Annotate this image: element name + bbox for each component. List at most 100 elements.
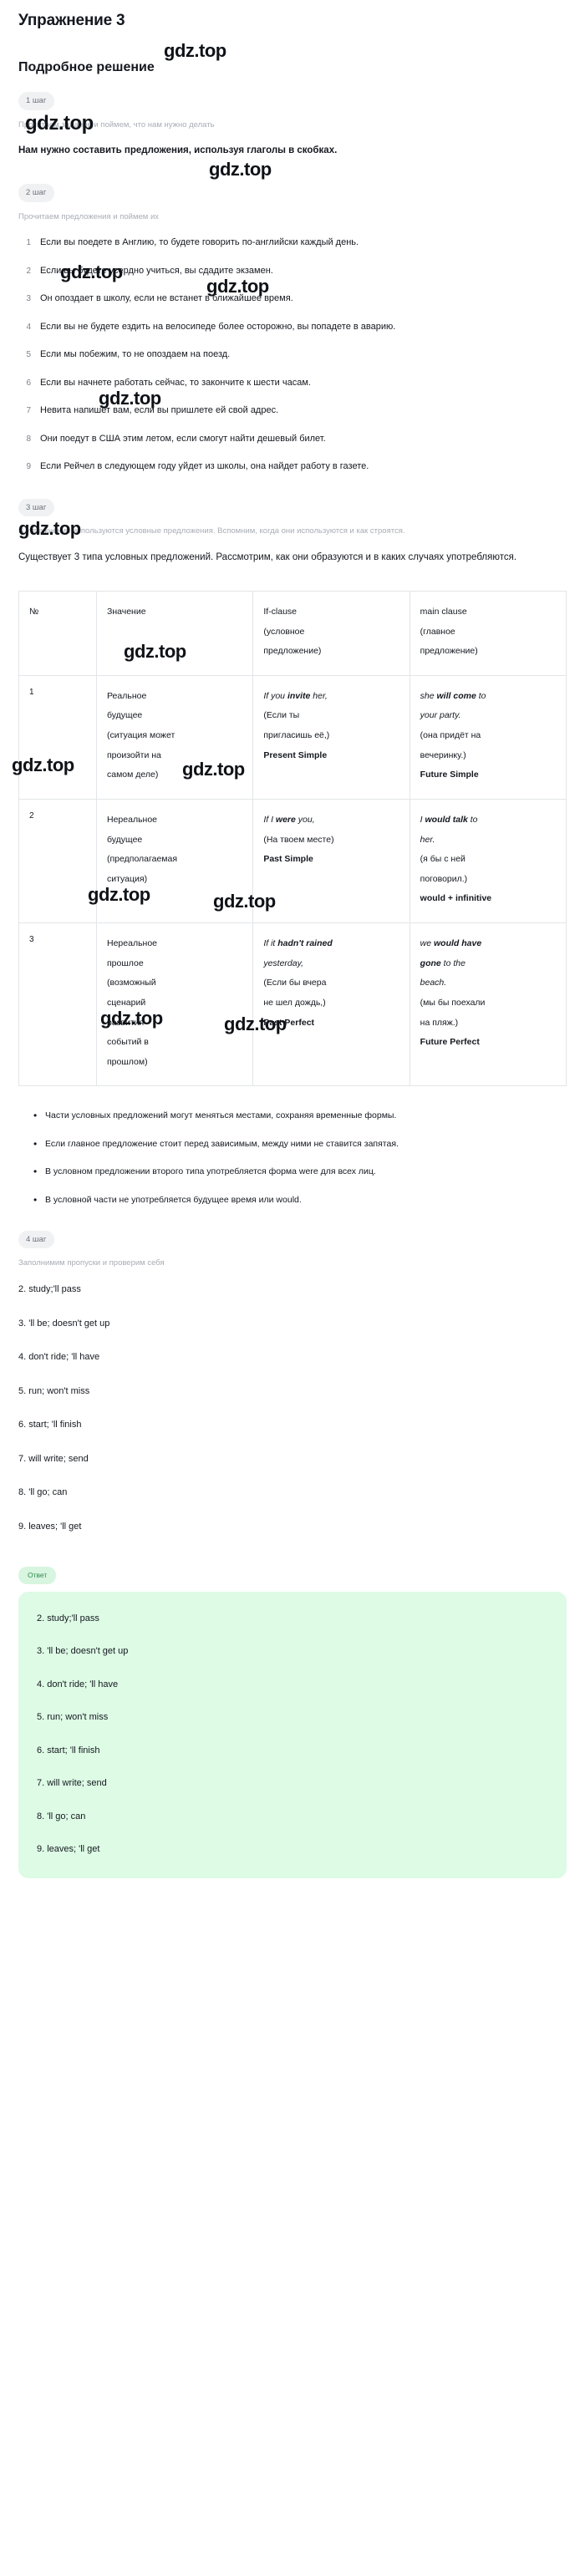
step-4-note: Заполнимим пропуски и проверим себя (18, 1258, 165, 1268)
row-main-clause: I would talk to her. (я бы с ней поговор… (409, 798, 567, 924)
if-en-bold: hadn't rained (277, 938, 333, 949)
main-en-line3: beach. (420, 978, 447, 988)
if-tense: Past Perfect (263, 1017, 315, 1028)
meaning-line: Нереальное (107, 814, 158, 825)
step-2-chip: 2 шаг (18, 184, 55, 202)
solution-page: Упражнение 3 Подробное решение 1 шаг Про… (0, 0, 585, 1878)
if-ru-line: не шел дождь,) (263, 997, 326, 1008)
list-item: 4 Если вы не будете ездить на велосипеде … (18, 320, 567, 334)
main-en-bold: will come (436, 690, 476, 701)
list-item-text: Если мы побежим, то не опоздаем на поезд… (40, 349, 231, 360)
if-tense: Past Simple (263, 854, 313, 865)
if-en-post: you, (295, 814, 315, 825)
answer-row: 4. don't ride; 'll have (37, 1679, 119, 1689)
list-item: 3 Он опоздает в школу, если не встанет в … (18, 292, 567, 306)
step4-answer: 6. start; 'll finish (18, 1420, 82, 1430)
row-meaning: Нереальное будущее (предполагаемая ситуа… (95, 798, 254, 924)
main-en-pre: she (420, 690, 437, 701)
list-item-text: Невита напишет вам, если вы пришлете ей … (40, 405, 279, 416)
list-item-text: Если вы начнете работать сейчас, то зако… (40, 377, 311, 388)
rules-notes-list: Части условных предложений могут менятьс… (18, 1107, 567, 1209)
table-header-if-clause: If-clause (условное предложение) (252, 590, 410, 676)
meaning-line: ситуация) (107, 873, 148, 884)
meaning-line: будущее (107, 834, 143, 845)
main-tense: Future Perfect (420, 1037, 480, 1048)
main-en-post: to (476, 690, 486, 701)
list-item-number: 5 (26, 350, 31, 360)
row-if-clause: If it hadn't rained yesterday, (Если бы … (252, 922, 410, 1087)
list-item: 2 Если вы будете усердно учиться, вы сдад… (18, 264, 567, 278)
step-4-chip: 4 шаг (18, 1230, 55, 1249)
meaning-line: самом деле) (107, 770, 159, 780)
if-ru-line: (Если ты (263, 710, 300, 721)
answer-row: 9. leaves; 'll get (37, 1844, 100, 1855)
if-en-pre: If I (263, 814, 276, 825)
meaning-line: Нереальное (107, 938, 158, 949)
meaning-line: будущее (107, 710, 143, 721)
meaning-line: прошлом) (107, 1056, 148, 1067)
conditionals-table: № Значение If-clause (условное предложен… (18, 590, 567, 1087)
list-item-number: 8 (26, 434, 31, 444)
step-2-note: Прочитаем предложения и поймем их (18, 211, 159, 221)
table-header-row: № Значение If-clause (условное предложен… (18, 590, 567, 676)
step4-answer: 3. 'll be; doesn't get up (18, 1318, 110, 1329)
main-ru-line: вечеринку.) (420, 749, 466, 760)
step4-answer: 5. run; won't miss (18, 1385, 90, 1396)
note-item: В условном предложении второго типа упот… (33, 1163, 567, 1181)
list-item-number: 1 (26, 238, 31, 248)
main-ru-line: (я бы с ней (420, 854, 465, 865)
table-row: 2 Нереальное будущее (предполагаемая сит… (18, 798, 567, 924)
row-index: 2 (18, 798, 97, 924)
main-en-bold: would have (434, 938, 482, 949)
header-line: № (29, 606, 39, 617)
list-item: 1 Если вы поедете в Англию, то будете гов… (18, 236, 567, 250)
header-line: предложение) (263, 646, 322, 657)
answer-row: 2. study;'ll pass (37, 1613, 99, 1623)
step4-answer: 2. study;'ll pass (18, 1284, 81, 1295)
main-ru-line: (она придёт на (420, 730, 481, 741)
solution-heading: Подробное решение (18, 60, 155, 74)
list-item: 8 Они поедут в США этим летом, если смогу… (18, 432, 567, 446)
step-4-block: 4 шаг Заполнимим пропуски и проверим себ… (18, 1230, 567, 1533)
list-item-number: 2 (26, 266, 31, 276)
list-item-number: 7 (26, 406, 31, 416)
step-1-note: Прочитаем задание и поймем, что нам нужн… (18, 119, 215, 130)
table-row: 3 Нереальное прошлое (возможный сценарий… (18, 922, 567, 1087)
answer-row: 6. start; 'll finish (37, 1745, 100, 1755)
note-item: Части условных предложений могут менятьс… (33, 1107, 567, 1125)
row-if-clause: If I were you, (На твоем месте) Past Sim… (252, 798, 410, 924)
row-index: 1 (18, 674, 97, 800)
step4-answer: 9. leaves; 'll get (18, 1521, 82, 1532)
if-ru-line: пригласишь её,) (263, 730, 330, 741)
if-ru-line: (Если бы вчера (263, 978, 327, 988)
answer-row: 7. will write; send (37, 1778, 107, 1789)
list-item-number: 6 (26, 378, 31, 388)
list-item-text: Если вы поедете в Англию, то будете гово… (40, 237, 359, 248)
main-tense: Future Simple (420, 770, 479, 780)
step-3-block: 3 шаг В упражнении используются условные… (18, 498, 567, 1209)
row-main-clause: she will come to your party. (она придёт… (409, 674, 567, 800)
main-tense: would + infinitive (420, 893, 492, 904)
main-en-line2: her. (420, 834, 435, 845)
meaning-line: событий в (107, 1037, 149, 1048)
list-item: 7 Невита напишет вам, если вы пришлете ей… (18, 404, 567, 418)
main-ru-line: (мы бы поехали (420, 997, 486, 1008)
meaning-line: (ситуация может (107, 730, 176, 741)
header-line: Значение (107, 606, 146, 617)
step4-answer: 7. will write; send (18, 1453, 89, 1464)
step-2-block: 2 шаг Прочитаем предложения и поймем их … (18, 184, 567, 474)
meaning-line: произойти на (107, 749, 161, 760)
answer-panel: 2. study;'ll pass 3. 'll be; doesn't get… (18, 1591, 567, 1878)
main-en-bold: would talk (425, 814, 468, 825)
if-en-bold: were (275, 814, 296, 825)
step4-answer: 4. don't ride; 'll have (18, 1352, 100, 1363)
step-1-block: 1 шаг Прочитаем задание и поймем, что на… (18, 92, 567, 159)
page-title: Упражнение 3 (18, 12, 125, 29)
list-item: 5 Если мы побежим, то не опоздаем на поез… (18, 348, 567, 362)
table-header-meaning: Значение (95, 590, 254, 676)
table-row: 1 Реальное будущее (ситуация может произ… (18, 674, 567, 800)
if-en-pre: If you (263, 690, 287, 701)
list-item-text: Если Рейчел в следующем году уйдет из шк… (40, 461, 369, 472)
list-item-number: 3 (26, 294, 31, 304)
main-en-post2: to the (440, 958, 465, 968)
